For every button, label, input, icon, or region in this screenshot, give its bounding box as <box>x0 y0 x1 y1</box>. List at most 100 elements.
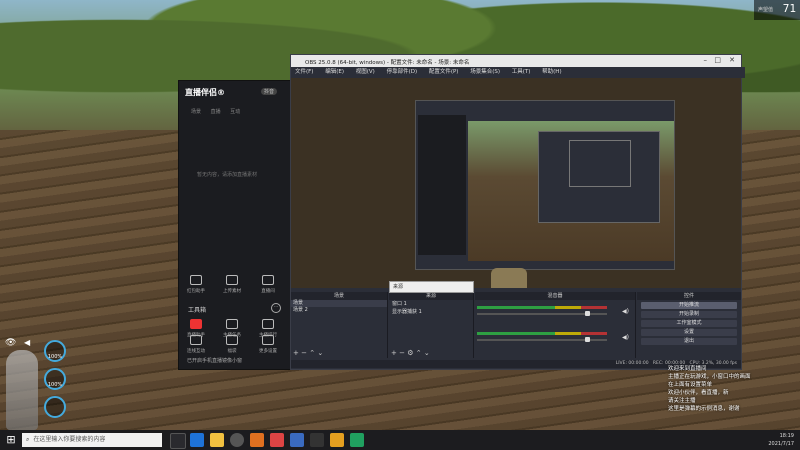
menu-edit[interactable]: 编辑(E) <box>325 69 344 75</box>
score-label: 声望值 <box>758 7 774 13</box>
nested-preview-level3 <box>569 140 631 187</box>
more-icon[interactable]: ··· <box>271 303 281 313</box>
remove-icon[interactable]: − <box>399 349 405 357</box>
start-recording-button[interactable]: 开始录制 <box>641 311 737 318</box>
gear-icon[interactable]: ⚙ <box>407 349 413 357</box>
menu-docks[interactable]: 停靠部件(D) <box>387 69 418 75</box>
scene-item[interactable]: 场景 2 <box>291 307 387 314</box>
speaker-icon[interactable]: ◀ <box>24 338 36 348</box>
move-up-icon[interactable]: ⌃ <box>416 349 422 357</box>
speaker-icon[interactable]: ◀) <box>622 334 629 341</box>
chat-message: 主播正在玩游戏，小窗口中的画面 <box>668 374 751 380</box>
sources-tooltip: 来源 <box>389 281 474 293</box>
tab-live[interactable]: 直播 <box>211 109 221 115</box>
obs-menubar: 文件(F) 编辑(E) 视图(V) 停靠部件(D) 配置文件(P) 场景集合(S… <box>291 67 745 78</box>
empty-hint: 暂无内容，请添加直播素材 <box>197 172 258 178</box>
tab-scene[interactable]: 场景 <box>191 109 201 115</box>
menu-profile[interactable]: 配置文件(P) <box>429 69 459 75</box>
star-icon <box>262 319 274 329</box>
chat-message: 在上面有设置菜单 <box>668 382 713 388</box>
controls-dock-title: 控件 <box>637 292 741 300</box>
score-value: 71 <box>782 2 796 15</box>
camera-icon <box>190 319 202 329</box>
app-platform-badge[interactable]: 抖音 <box>261 88 278 95</box>
chat-overlay: 欢迎来到直播间 主播正在玩游戏，小窗口中的画面 在上面有设置菜单 欢迎小伙伴，看… <box>668 365 800 435</box>
tool-room[interactable]: 直播间 <box>255 275 281 297</box>
volume-knob[interactable] <box>585 337 590 342</box>
toolbox-title: 工具箱 <box>188 307 207 314</box>
room-icon <box>262 275 274 285</box>
obs-title: OBS 25.0.8 (64-bit, windows) - 配置文件: 未命名… <box>305 60 470 66</box>
app-footer-note: 已开启手机直播镜像小窗 <box>187 358 243 364</box>
search-placeholder: 在这里输入你要搜索的内容 <box>33 436 106 443</box>
scene-item[interactable]: 场景 <box>291 300 387 307</box>
task-view-icon[interactable] <box>170 433 186 449</box>
nested-app-panel <box>418 115 466 255</box>
close-icon[interactable]: ✕ <box>729 56 735 64</box>
tool-redpacket[interactable]: 红包助手 <box>183 275 209 297</box>
add-icon[interactable]: + <box>391 349 397 357</box>
menu-scene-collection[interactable]: 场景集合(S) <box>470 69 500 75</box>
sources-dock-title: 来源 <box>389 292 473 300</box>
chat-message: 欢迎小伙伴，看直播，新 <box>668 390 729 396</box>
start-streaming-button[interactable]: 开始推流 <box>641 302 737 309</box>
tool-upload[interactable]: 上传素材 <box>219 275 245 297</box>
app-icon[interactable] <box>350 433 364 447</box>
taskbar-search-box[interactable]: ⌕ 在这里输入你要搜索的内容 <box>22 433 162 447</box>
remove-icon[interactable]: − <box>301 349 307 357</box>
stamina-gauge: 100% <box>44 368 66 390</box>
menu-file[interactable]: 文件(F) <box>295 69 313 75</box>
scenes-dock-toolbar: + − ⌃ ⌄ <box>291 349 389 358</box>
live-timer: LIVE: 00:00:00 <box>615 361 649 366</box>
obs-app-icon[interactable] <box>230 433 244 447</box>
menu-view[interactable]: 视图(V) <box>356 69 375 75</box>
tool-settings[interactable]: 更多设置 <box>255 335 281 357</box>
app-icon[interactable] <box>330 433 344 447</box>
edge-icon[interactable] <box>190 433 204 447</box>
scenes-dock: 场景 场景 场景 2 + − ⌃ ⌄ <box>291 292 388 358</box>
move-down-icon[interactable]: ⌄ <box>424 349 430 357</box>
source-item[interactable]: 窗口 1 <box>389 300 473 308</box>
settings-button[interactable]: 设置 <box>641 329 737 336</box>
menu-help[interactable]: 帮助(H) <box>542 69 561 75</box>
app-tabs: 场景 直播 互动 <box>191 108 248 115</box>
audio-meter <box>477 306 607 309</box>
menu-tools[interactable]: 工具(T) <box>512 69 531 75</box>
move-down-icon[interactable]: ⌄ <box>317 349 323 357</box>
tool-luckybag[interactable]: 福袋 <box>219 335 245 357</box>
volume-knob[interactable] <box>585 311 590 316</box>
eye-icon[interactable]: 👁 <box>5 338 17 348</box>
exit-button[interactable]: 退出 <box>641 338 737 345</box>
character-silhouette <box>6 350 38 430</box>
tab-interact[interactable]: 互动 <box>230 109 240 115</box>
speaker-icon[interactable]: ◀) <box>622 308 629 315</box>
app-icon[interactable] <box>290 433 304 447</box>
source-item[interactable]: 显示器捕获 1 <box>389 308 473 316</box>
hunger-gauge <box>44 396 66 418</box>
maximize-icon[interactable]: □ <box>714 56 721 64</box>
windows-start-icon[interactable]: ⊞ <box>4 433 18 447</box>
obs-titlebar[interactable]: OBS 25.0.8 (64-bit, windows) - 配置文件: 未命名… <box>291 55 741 67</box>
tool-link-mic[interactable]: 连线互动 <box>183 335 209 357</box>
mixer-dock-title: 混音器 <box>475 292 635 300</box>
tray-time: 18:19 <box>779 433 794 439</box>
app-icon[interactable] <box>270 433 284 447</box>
app-logo: 直播伴侣® <box>185 88 225 97</box>
obs-preview[interactable] <box>291 78 741 288</box>
add-icon[interactable]: + <box>293 349 299 357</box>
minimize-icon[interactable]: – <box>704 56 708 64</box>
game-score-panel: 声望值 71 <box>754 0 800 20</box>
studio-mode-button[interactable]: 工作室模式 <box>641 320 737 327</box>
tray-date: 2021/7/17 <box>768 441 794 447</box>
chat-message: 欢迎来到直播间 <box>668 366 707 372</box>
health-gauge: 100% <box>44 340 66 362</box>
gift-icon <box>190 275 202 285</box>
steam-icon[interactable] <box>310 433 324 447</box>
move-up-icon[interactable]: ⌃ <box>309 349 315 357</box>
chat-message: 请关注主播 <box>668 398 696 404</box>
app-icon[interactable] <box>250 433 264 447</box>
windows-taskbar: ⊞ ⌕ 在这里输入你要搜索的内容 18:19 2021/7/17 <box>0 430 800 450</box>
audio-mixer-dock: 混音器 ◀) ◀) <box>475 292 636 358</box>
file-explorer-icon[interactable] <box>210 433 224 447</box>
system-tray-clock[interactable]: 18:19 2021/7/17 <box>714 432 794 448</box>
